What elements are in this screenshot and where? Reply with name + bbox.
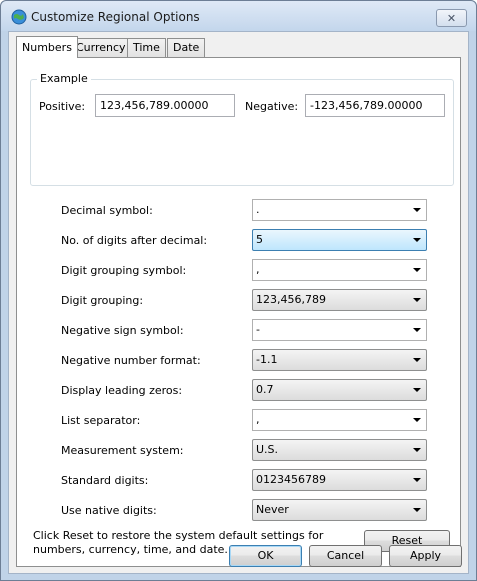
numbers-tab-panel: Example Positive: 123,456,789.00000 Nega… [16,57,461,567]
list-separator-value: , [256,413,260,426]
title-bar[interactable]: Customize Regional Options ✕ [1,1,476,31]
use-native-digits-label: Use native digits: [61,504,157,517]
standard-digits-label: Standard digits: [61,474,149,487]
digits-after-decimal-value: 5 [256,233,263,246]
negative-number-format-value: -1.1 [256,353,278,366]
digit-grouping-symbol-value: , [256,263,260,276]
standard-digits-value: 0123456789 [256,473,326,486]
tab-time[interactable]: Time [127,38,166,57]
negative-sign-symbol-value: - [256,323,260,336]
globe-icon [11,9,27,25]
apply-button[interactable]: Apply [389,545,462,567]
chevron-down-icon [413,328,421,332]
chevron-down-icon [413,268,421,272]
tab-date[interactable]: Date [167,38,206,57]
close-icon: ✕ [446,11,457,25]
positive-label: Positive: [39,100,86,113]
example-legend: Example [37,72,91,85]
decimal-symbol-value: . [256,203,260,216]
chevron-down-icon [413,208,421,212]
chevron-down-icon [413,508,421,512]
negative-example-field: -123,456,789.00000 [305,94,445,117]
list-separator-combo[interactable]: , [252,409,427,431]
display-leading-zeros-label: Display leading zeros: [61,384,183,397]
tab-currency[interactable]: Currency [70,38,132,57]
negative-label: Negative: [245,100,299,113]
use-native-digits-value: Never [256,503,289,516]
chevron-down-icon [413,448,421,452]
negative-number-format-label: Negative number format: [61,354,201,367]
digits-after-decimal-dropdown[interactable]: 5 [252,229,427,251]
measurement-system-dropdown[interactable]: U.S. [252,439,427,461]
digits-after-decimal-label: No. of digits after decimal: [61,234,208,247]
digit-grouping-dropdown[interactable]: 123,456,789 [252,289,427,311]
list-separator-label: List separator: [61,414,141,427]
chevron-down-icon [413,388,421,392]
use-native-digits-dropdown[interactable]: Never [252,499,427,521]
negative-sign-symbol-combo[interactable]: - [252,319,427,341]
decimal-symbol-combo[interactable]: . [252,199,427,221]
chevron-down-icon [413,238,421,242]
measurement-system-value: U.S. [256,443,279,456]
negative-sign-symbol-label: Negative sign symbol: [61,324,184,337]
digit-grouping-value: 123,456,789 [256,293,326,306]
standard-digits-dropdown[interactable]: 0123456789 [252,469,427,491]
negative-number-format-dropdown[interactable]: -1.1 [252,349,427,371]
dialog-window: Customize Regional Options ✕ Numbers Cur… [0,0,477,581]
dialog-client-area: Numbers Currency Time Date Example Posit… [8,31,469,574]
chevron-down-icon [413,358,421,362]
display-leading-zeros-value: 0.7 [256,383,274,396]
positive-example-field: 123,456,789.00000 [95,94,235,117]
digit-grouping-label: Digit grouping: [61,294,144,307]
display-leading-zeros-dropdown[interactable]: 0.7 [252,379,427,401]
chevron-down-icon [413,478,421,482]
window-title: Customize Regional Options [31,10,200,24]
measurement-system-label: Measurement system: [61,444,184,457]
ok-button[interactable]: OK [229,545,302,567]
decimal-symbol-label: Decimal symbol: [61,204,153,217]
chevron-down-icon [413,418,421,422]
example-groupbox: Example Positive: 123,456,789.00000 Nega… [30,72,454,186]
digit-grouping-symbol-label: Digit grouping symbol: [61,264,187,277]
close-button[interactable]: ✕ [436,9,467,27]
chevron-down-icon [413,298,421,302]
digit-grouping-symbol-combo[interactable]: , [252,259,427,281]
tab-numbers[interactable]: Numbers [16,36,78,58]
cancel-button[interactable]: Cancel [309,545,382,567]
